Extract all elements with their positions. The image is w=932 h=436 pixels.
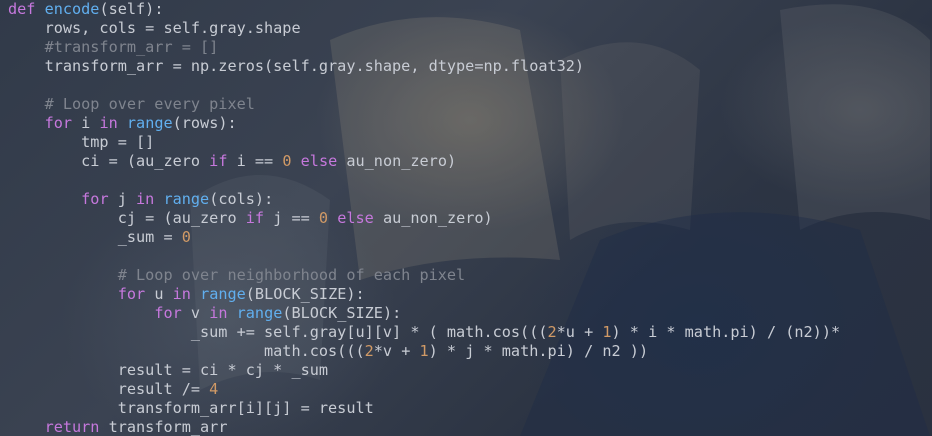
code-line[interactable]: # Loop over neighborhood of each pixel bbox=[8, 266, 840, 285]
code-token: math.cos((( bbox=[8, 342, 365, 360]
code-token: result /= bbox=[8, 380, 210, 398]
code-block[interactable]: def encode(self): rows, cols = self.gray… bbox=[8, 0, 840, 436]
code-token: tmp = [] bbox=[8, 133, 155, 151]
code-token: cj = (au_zero bbox=[8, 209, 246, 227]
code-token: i bbox=[72, 114, 100, 132]
keyword-token: if bbox=[245, 209, 265, 227]
code-token: transform_arr bbox=[99, 418, 228, 436]
code-line[interactable]: return transform_arr bbox=[8, 418, 840, 436]
keyword-token: else bbox=[300, 152, 338, 170]
function-token: range bbox=[163, 190, 210, 208]
code-line[interactable]: ci = (au_zero if i == 0 else au_non_zero… bbox=[8, 152, 840, 171]
number-token: 1 bbox=[602, 323, 612, 341]
code-token: (cols): bbox=[209, 190, 274, 208]
comment-token: # Loop over neighborhood of each pixel bbox=[8, 266, 466, 284]
code-token: transform_arr[i][j] = result bbox=[8, 399, 374, 417]
code-token: *u + bbox=[556, 323, 603, 341]
code-token: ci = (au_zero bbox=[8, 152, 210, 170]
code-line[interactable]: _sum += self.gray[u][v] * ( math.cos(((2… bbox=[8, 323, 840, 342]
code-token: i == bbox=[227, 152, 283, 170]
code-token: _sum = bbox=[8, 228, 182, 246]
code-token: _sum += self.gray[u][v] * ( math.cos((( bbox=[8, 323, 548, 341]
keyword-token: else bbox=[337, 209, 374, 227]
code-token: (BLOCK_SIZE): bbox=[282, 304, 402, 322]
code-token: v bbox=[181, 304, 210, 322]
number-token: 2 bbox=[547, 323, 557, 341]
number-token: 2 bbox=[364, 342, 374, 360]
code-token: (self): bbox=[99, 0, 164, 18]
keyword-token: return bbox=[44, 418, 100, 436]
code-line[interactable]: for u in range(BLOCK_SIZE): bbox=[8, 285, 840, 304]
code-token: j == bbox=[264, 209, 319, 227]
code-line[interactable]: transform_arr = np.zeros(self.gray.shape… bbox=[8, 57, 840, 76]
code-line[interactable]: for j in range(cols): bbox=[8, 190, 840, 209]
code-token: rows, cols = self.gray.shape bbox=[8, 19, 301, 37]
code-line[interactable]: for i in range(rows): bbox=[8, 114, 840, 133]
keyword-token: def bbox=[8, 0, 36, 18]
keyword-token: if bbox=[209, 152, 228, 170]
number-token: 0 bbox=[318, 209, 329, 227]
code-token: au_non_zero) bbox=[337, 152, 457, 170]
code-line[interactable] bbox=[8, 171, 840, 190]
code-line[interactable]: cj = (au_zero if j == 0 else au_non_zero… bbox=[8, 209, 840, 228]
keyword-token: in bbox=[172, 285, 191, 303]
code-line[interactable]: result /= 4 bbox=[8, 380, 840, 399]
code-line[interactable] bbox=[8, 247, 840, 266]
code-token: ) * j * math.pi) / n2 )) bbox=[428, 342, 649, 360]
code-line[interactable]: result = ci * cj * _sum bbox=[8, 361, 840, 380]
code-line[interactable]: tmp = [] bbox=[8, 133, 840, 152]
code-token: transform_arr = np.zeros(self.gray.shape… bbox=[8, 57, 585, 75]
function-token: range bbox=[200, 285, 246, 303]
code-line[interactable]: #transform_arr = [] bbox=[8, 38, 840, 57]
code-line[interactable]: def encode(self): bbox=[8, 0, 840, 19]
function-token: range bbox=[126, 114, 173, 132]
keyword-token: in bbox=[136, 190, 155, 208]
keyword-token: for bbox=[117, 285, 146, 303]
comment-token: # Loop over every pixel bbox=[8, 95, 255, 113]
function-token: range bbox=[236, 304, 283, 322]
code-line[interactable]: # Loop over every pixel bbox=[8, 95, 840, 114]
number-token: 0 bbox=[282, 152, 292, 170]
code-line[interactable]: for v in range(BLOCK_SIZE): bbox=[8, 304, 840, 323]
code-line[interactable]: math.cos(((2*v + 1) * j * math.pi) / n2 … bbox=[8, 342, 840, 361]
number-token: 1 bbox=[419, 342, 429, 360]
code-token: result = ci * cj * _sum bbox=[8, 361, 329, 379]
code-line[interactable]: rows, cols = self.gray.shape bbox=[8, 19, 840, 38]
code-token: (rows): bbox=[172, 114, 237, 132]
code-token: au_non_zero) bbox=[373, 209, 493, 227]
code-editor[interactable]: def encode(self): rows, cols = self.gray… bbox=[0, 0, 932, 436]
code-token: ) * i * math.pi) / (n2))* bbox=[611, 323, 841, 341]
keyword-token: for bbox=[44, 114, 73, 132]
code-line[interactable]: _sum = 0 bbox=[8, 228, 840, 247]
function-token: encode bbox=[44, 0, 100, 18]
code-token: (BLOCK_SIZE): bbox=[245, 285, 365, 303]
code-token: j bbox=[108, 190, 137, 208]
number-token: 0 bbox=[181, 228, 191, 246]
code-token: *v + bbox=[373, 342, 420, 360]
keyword-token: in bbox=[209, 304, 228, 322]
keyword-token: for bbox=[81, 190, 109, 208]
code-line[interactable]: transform_arr[i][j] = result bbox=[8, 399, 840, 418]
code-token: u bbox=[145, 285, 173, 303]
code-line[interactable] bbox=[8, 76, 840, 95]
keyword-token: in bbox=[99, 114, 118, 132]
keyword-token: for bbox=[154, 304, 182, 322]
number-token: 4 bbox=[209, 380, 219, 398]
comment-token: #transform_arr = [] bbox=[8, 38, 219, 56]
